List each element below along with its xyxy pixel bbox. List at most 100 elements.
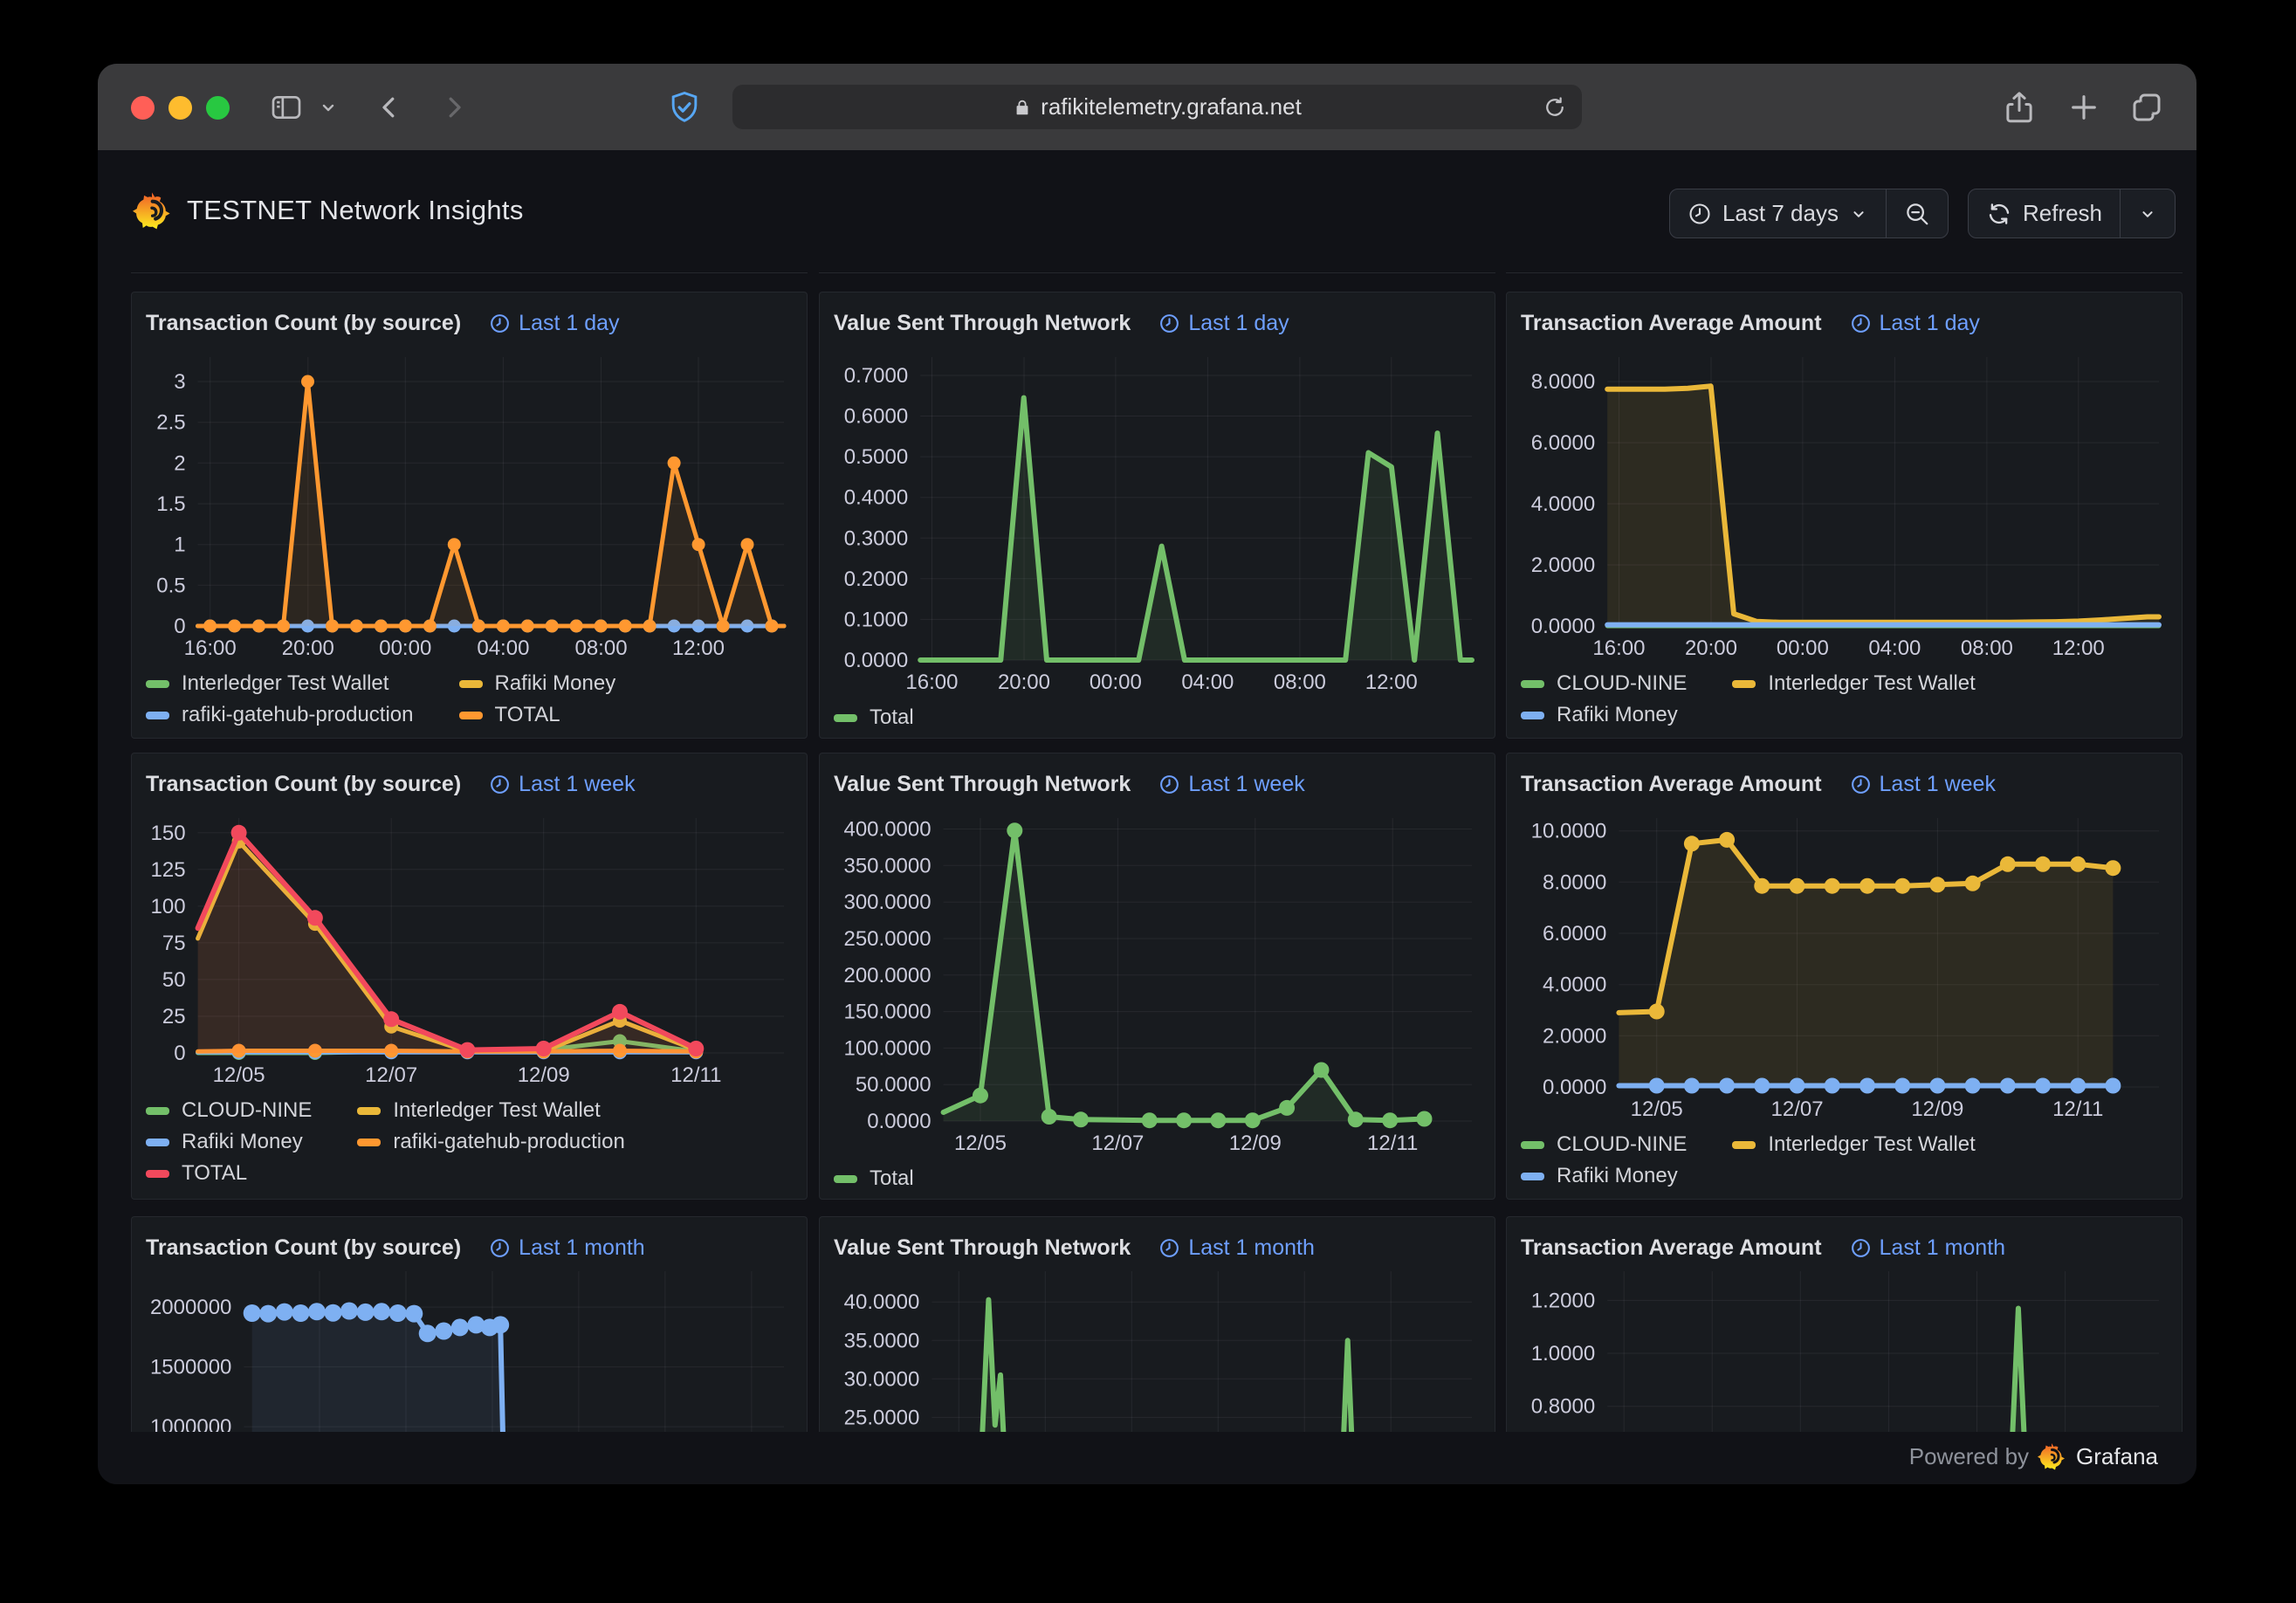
legend-item[interactable]: CLOUD-NINE xyxy=(1521,1134,1687,1155)
grafana-dashboard: TESTNET Network Insights Last 7 days Ref… xyxy=(98,150,2196,1484)
refresh-button[interactable]: Refresh xyxy=(1969,189,2120,237)
clock-icon xyxy=(1158,1237,1180,1259)
legend-label: CLOUD-NINE xyxy=(1557,1134,1687,1155)
legend-item[interactable]: TOTAL xyxy=(146,1163,312,1184)
share-icon[interactable] xyxy=(2001,64,2038,150)
chart-plot[interactable]: 32.521.510.50 xyxy=(146,347,793,635)
panel-time-range-link[interactable]: Last 1 month xyxy=(1850,1235,2006,1261)
legend-swatch xyxy=(1521,712,1544,719)
address-bar[interactable]: rafikitelemetry.grafana.net xyxy=(732,85,1582,129)
close-button[interactable] xyxy=(131,96,155,120)
chart-plot[interactable]: 10.00008.00006.00004.00002.00000.0000 xyxy=(1521,808,2168,1096)
legend-swatch xyxy=(146,1107,169,1115)
time-range-picker[interactable]: Last 7 days xyxy=(1670,189,1886,237)
panel-time-range-link[interactable]: Last 1 week xyxy=(1850,772,1996,797)
chart-legend: CLOUD-NINE Interledger Test Wallet Rafiki … xyxy=(1521,1134,2168,1187)
legend-item[interactable]: CLOUD-NINE xyxy=(1521,673,1687,694)
legend-swatch xyxy=(146,1170,169,1178)
legend-item[interactable]: Total xyxy=(834,707,914,728)
panel-time-range-link[interactable]: Last 1 month xyxy=(1158,1235,1315,1261)
privacy-shield-icon[interactable] xyxy=(665,64,704,150)
x-axis-label: 08:00 xyxy=(1935,636,2039,661)
zoom-button[interactable] xyxy=(206,96,230,120)
clock-icon xyxy=(1158,774,1180,795)
legend-item[interactable]: Rafiki Money xyxy=(459,673,616,694)
refresh-interval-dropdown[interactable] xyxy=(2120,189,2175,237)
forward-button[interactable] xyxy=(438,64,470,150)
panel-time-range-link[interactable]: Last 1 month xyxy=(489,1235,645,1261)
svg-text:0.8000: 0.8000 xyxy=(1531,1395,1595,1419)
svg-text:0: 0 xyxy=(174,1042,185,1062)
x-axis-label: 12/07 xyxy=(1065,1132,1170,1156)
panel-title[interactable]: Value Sent Through Network xyxy=(834,1235,1131,1261)
browser-toolbar: rafikitelemetry.grafana.net xyxy=(98,64,2196,151)
zoom-out-button[interactable] xyxy=(1886,189,1948,237)
legend-swatch xyxy=(146,1139,169,1146)
svg-text:0.5: 0.5 xyxy=(156,574,185,597)
panel-title[interactable]: Value Sent Through Network xyxy=(834,311,1131,336)
svg-text:0.3000: 0.3000 xyxy=(844,526,908,550)
legend-item[interactable]: Rafiki Money xyxy=(1521,1166,1687,1187)
legend-item[interactable]: Rafiki Money xyxy=(146,1132,312,1152)
panel-title[interactable]: Value Sent Through Network xyxy=(834,772,1131,797)
row-divider xyxy=(131,272,808,273)
chart-plot[interactable]: 40.000035.000030.000025.0000 xyxy=(834,1271,1481,1432)
legend-item[interactable]: Interledger Test Wallet xyxy=(357,1100,625,1121)
x-axis-label: 12/05 xyxy=(1605,1097,1709,1122)
legend-item[interactable]: Interledger Test Wallet xyxy=(1732,1134,1975,1155)
legend-label: Rafiki Money xyxy=(1557,705,1678,726)
panel-time-range-link[interactable]: Last 1 day xyxy=(1850,311,1980,336)
x-axis-label: 04:00 xyxy=(450,636,555,661)
tab-overview-icon[interactable] xyxy=(2128,64,2165,150)
grafana-logo-icon xyxy=(133,191,171,230)
chart-plot[interactable]: 0.70000.60000.50000.40000.30000.20000.10… xyxy=(834,347,1481,669)
reload-icon[interactable] xyxy=(1542,94,1568,127)
panel-title[interactable]: Transaction Average Amount xyxy=(1521,772,1822,797)
dashboard-controls: Last 7 days Refresh xyxy=(1669,189,2176,238)
legend-label: rafiki-gatehub-production xyxy=(393,1132,625,1152)
legend-item[interactable]: Rafiki Money xyxy=(1521,705,1687,726)
legend-item[interactable]: Interledger Test Wallet xyxy=(1732,673,1975,694)
back-button[interactable] xyxy=(374,64,405,150)
legend-item[interactable]: rafiki-gatehub-production xyxy=(357,1132,625,1152)
svg-text:100: 100 xyxy=(151,895,186,918)
panel-time-range-link[interactable]: Last 1 week xyxy=(489,772,635,797)
new-tab-icon[interactable] xyxy=(2066,64,2102,150)
x-axis-label: 12/11 xyxy=(2025,1097,2130,1122)
sidebar-chevron-down-icon[interactable] xyxy=(318,64,339,150)
chart-legend: Interledger Test Wallet Rafiki Money rafik… xyxy=(146,673,793,726)
sidebar-icon[interactable] xyxy=(269,64,304,150)
chart-plot[interactable]: 200000015000001000000 xyxy=(146,1271,793,1432)
legend-label: Total xyxy=(870,1168,914,1189)
chart-plot[interactable]: 8.00006.00004.00002.00000.0000 xyxy=(1521,347,2168,635)
legend-swatch xyxy=(459,680,483,688)
chart-plot[interactable]: 400.0000350.0000300.0000250.0000200.0000… xyxy=(834,808,1481,1130)
x-axis-label: 08:00 xyxy=(1248,671,1352,695)
panel-avg-amount-1month: Transaction Average Amount Last 1 month … xyxy=(1506,1216,2183,1432)
legend-swatch xyxy=(357,1107,381,1115)
legend-item[interactable]: CLOUD-NINE xyxy=(146,1100,312,1121)
legend-label: Rafiki Money xyxy=(182,1132,303,1152)
chart-canvas: 200000015000001000000 xyxy=(146,1271,794,1432)
powered-by-footer[interactable]: Powered by Grafana xyxy=(1909,1442,2158,1470)
legend-item[interactable]: rafiki-gatehub-production xyxy=(146,705,414,726)
panel-title[interactable]: Transaction Average Amount xyxy=(1521,1235,1822,1261)
svg-text:2.5: 2.5 xyxy=(156,411,185,435)
panel-title[interactable]: Transaction Average Amount xyxy=(1521,311,1822,336)
panel-time-range-link[interactable]: Last 1 week xyxy=(1158,772,1304,797)
legend-item[interactable]: TOTAL xyxy=(459,705,616,726)
panel-title[interactable]: Transaction Count (by source) xyxy=(146,1235,461,1261)
legend-item[interactable]: Interledger Test Wallet xyxy=(146,673,414,694)
panel-time-range-link[interactable]: Last 1 day xyxy=(1158,311,1289,336)
panel-title[interactable]: Transaction Count (by source) xyxy=(146,311,461,336)
chart-plot[interactable]: 1.20001.00000.8000 xyxy=(1521,1271,2168,1432)
minimize-button[interactable] xyxy=(168,96,192,120)
legend-item[interactable]: Total xyxy=(834,1168,914,1189)
panel-time-range-link[interactable]: Last 1 day xyxy=(489,311,619,336)
panel-title[interactable]: Transaction Count (by source) xyxy=(146,772,461,797)
chart-canvas: 10.00008.00006.00004.00002.00000.0000 xyxy=(1521,808,2169,1096)
grafana-brand-text: Grafana xyxy=(2076,1443,2158,1470)
x-axis-label: 12/09 xyxy=(492,1063,596,1088)
chart-plot[interactable]: 1501251007550250 xyxy=(146,808,793,1062)
legend-swatch xyxy=(357,1139,381,1146)
